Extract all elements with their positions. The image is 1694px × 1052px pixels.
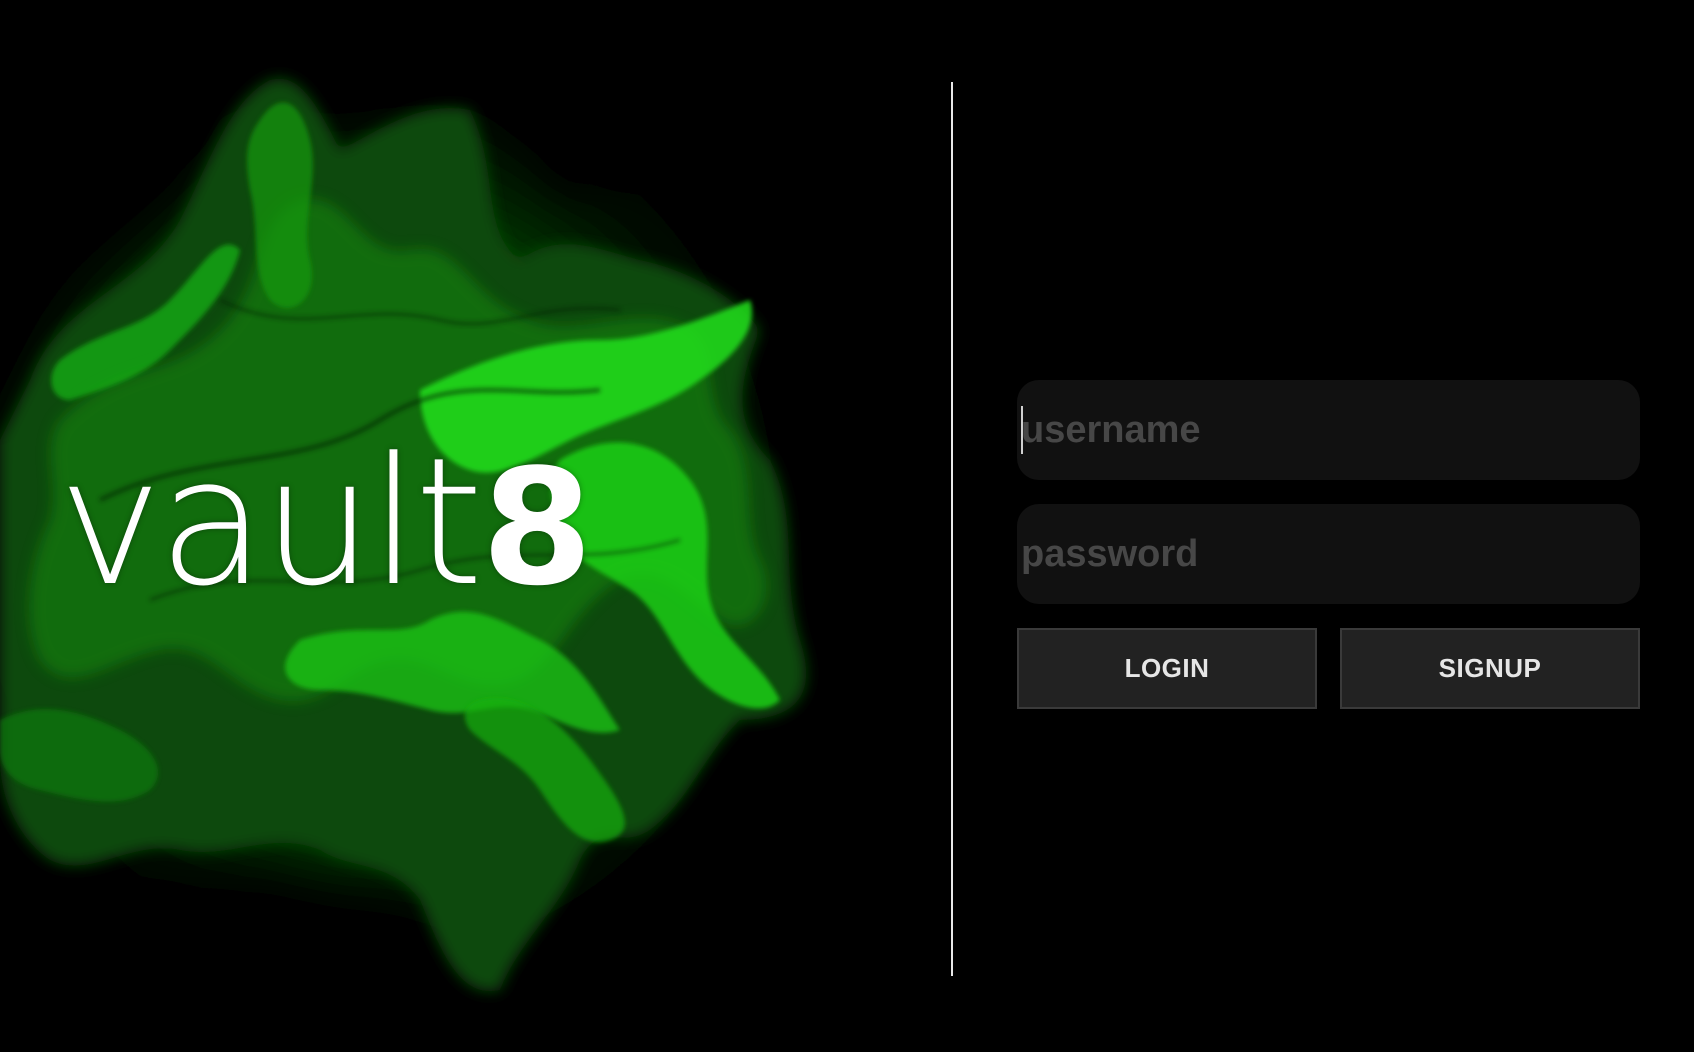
login-page: vault 8 LOGIN SIGNUP [0, 0, 1694, 1052]
form-buttons: LOGIN SIGNUP [1017, 628, 1640, 709]
username-input[interactable] [1017, 380, 1640, 480]
vertical-divider [951, 82, 953, 976]
username-field-container [1017, 380, 1640, 480]
signup-button[interactable]: SIGNUP [1340, 628, 1640, 709]
vault8-logo: vault 8 [58, 420, 593, 625]
text-caret [1021, 406, 1023, 454]
logo-digit: 8 [481, 434, 593, 621]
brand-panel: vault 8 [0, 0, 950, 1052]
password-input[interactable] [1017, 504, 1640, 604]
login-form: LOGIN SIGNUP [1017, 380, 1640, 709]
login-button[interactable]: LOGIN [1017, 628, 1317, 709]
logo-word: vault [58, 420, 483, 625]
password-field-container [1017, 504, 1640, 604]
